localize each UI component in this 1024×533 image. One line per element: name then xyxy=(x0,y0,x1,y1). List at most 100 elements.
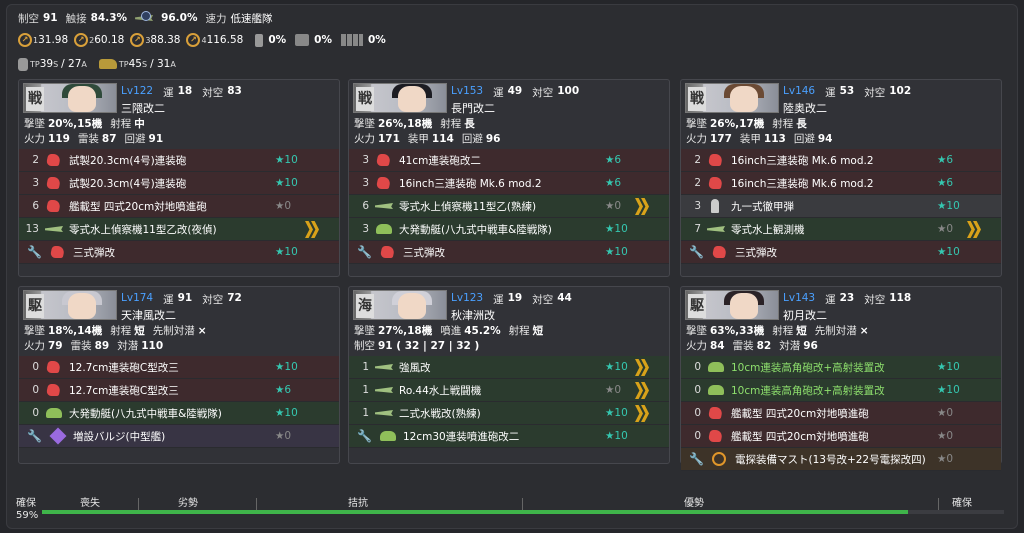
equipment-slot[interactable]: 0 10cm連装高角砲改+高射装置改 ★10 xyxy=(681,356,1001,379)
wrench-icon: 🔧 xyxy=(27,245,42,259)
equipment-slot[interactable]: 0 12.7cm連装砲C型改三 ★10 xyxy=(19,356,339,379)
stat-label: 雷装 xyxy=(77,133,99,145)
slot-aircraft-count: 0 xyxy=(32,361,39,373)
ship-stat-row: 制空 91 ( 32 | 27 | 32 ) xyxy=(349,338,669,353)
improvement-star: ★0 xyxy=(605,200,622,212)
aa-label: 対空 xyxy=(532,294,554,306)
equipment-slot[interactable]: 0 大発動艇(八九式中戦車&陸戦隊) ★10 xyxy=(19,402,339,425)
equipment-slot[interactable]: 3 大発動艇(八九式中戦車&陸戦隊) ★10 xyxy=(349,218,669,241)
equipment-slot[interactable]: 7 零式水上観測機 ★0 xyxy=(681,218,1001,241)
equipment-slot[interactable]: 2 試製20.3cm(4号)連装砲 ★10 xyxy=(19,149,339,172)
ship-header: 海 Lv123 運 19 対空 44 秋津洲改 xyxy=(349,287,669,323)
ship-card[interactable]: 海 Lv123 運 19 対空 44 秋津洲改 撃墜 27%,18機 噴進 45.2% 射程短制空 91… xyxy=(348,286,670,464)
ship-name[interactable]: 陸奥改二 xyxy=(783,100,827,116)
equipment-name: 増設バルジ(中型艦) xyxy=(73,430,166,443)
air-label-denial: 劣勢 xyxy=(178,498,198,509)
equipment-slot[interactable]: 3 試製20.3cm(4号)連装砲 ★10 xyxy=(19,172,339,195)
equipment-slot[interactable]: 1 二式水戦改(熟練) ★10 xyxy=(349,402,669,425)
equipment-name: 12.7cm連装砲C型改三 xyxy=(69,384,179,397)
equipment-icon xyxy=(375,199,393,213)
ship-level-row: Lv123 運 19 対空 44 xyxy=(451,292,578,307)
stat-value: 82 xyxy=(756,339,772,352)
ship-name[interactable]: 長門改二 xyxy=(451,100,495,116)
equipment-slot[interactable]: 🔧 電探装備マスト(13号改+22号電探改四) ★0 xyxy=(681,448,1001,471)
equipment-slot[interactable]: 3 41cm連装砲改二 ★6 xyxy=(349,149,669,172)
equipment-slot[interactable]: 🔧 三式弾改 ★10 xyxy=(19,241,339,264)
tp-tank-s: S xyxy=(142,59,148,69)
los-value: 116.58 xyxy=(206,34,244,46)
equipment-slot[interactable]: 0 艦載型 四式20cm対地噴進砲 ★0 xyxy=(681,402,1001,425)
speed-value: 低速艦隊 xyxy=(230,12,273,25)
proficiency-chevron-icon xyxy=(635,382,650,399)
air-superiority-bar: 確保 59% 喪失 劣勢 拮抗 優勢 確保 xyxy=(16,488,1010,524)
luck-label: 運 xyxy=(163,294,174,306)
air-tick xyxy=(138,498,139,510)
equipment-slot[interactable]: 6 艦載型 四式20cm対地噴進砲 ★0 xyxy=(19,195,339,218)
equipment-slot[interactable]: 3 16inch三連装砲 Mk.6 mod.2 ★6 xyxy=(349,172,669,195)
stat-label: 射程 xyxy=(440,118,462,130)
equipment-name: 41cm連装砲改二 xyxy=(399,154,481,167)
equipment-icon xyxy=(711,452,729,466)
equipment-slot[interactable]: 1 強風改 ★10 xyxy=(349,356,669,379)
slot-aircraft-count: 2 xyxy=(32,154,39,166)
aa-value: 100 xyxy=(557,85,580,97)
ship-card[interactable]: 駆 Lv143 運 23 対空 118 初月改二 撃墜 63%,33機 射程短先制対潜 × 火力 84 雷… xyxy=(680,286,1002,471)
tp-drum-a: A xyxy=(81,59,87,69)
ship-name[interactable]: 初月改二 xyxy=(783,307,827,323)
equipment-slot[interactable]: 0 艦載型 四式20cm対地噴進砲 ★0 xyxy=(681,425,1001,448)
los-coefficient-icon: ↗ xyxy=(74,33,89,47)
equipment-slot[interactable]: 🔧 三式弾改 ★10 xyxy=(681,241,1001,264)
ship-banner: 海 xyxy=(353,290,447,320)
ship-stat-row: 火力 171 装甲 114 回避 96 xyxy=(349,131,669,146)
stat-value: 18%,14機 xyxy=(48,325,103,337)
ship-name[interactable]: 天津風改二 xyxy=(121,307,176,323)
stat-value: 119 xyxy=(48,132,70,145)
ship-card[interactable]: 戦 Lv146 運 53 対空 102 陸奥改二 撃墜 26%,17機 射程長火力 177 装甲 113… xyxy=(680,79,1002,277)
equipment-slot[interactable]: 🔧 増設バルジ(中型艦) ★0 xyxy=(19,425,339,448)
improvement-star: ★10 xyxy=(275,361,298,373)
equipment-icon xyxy=(707,429,725,443)
equipment-slot[interactable]: 🔧 三式弾改 ★10 xyxy=(349,241,669,264)
equipment-slot[interactable]: 2 16inch三連装砲 Mk.6 mod.2 ★6 xyxy=(681,172,1001,195)
equipment-slot[interactable]: 3 九一式徹甲弾 ★10 xyxy=(681,195,1001,218)
equipment-name: 10cm連装高角砲改+高射装置改 xyxy=(731,361,885,374)
equipment-name: 16inch三連装砲 Mk.6 mod.2 xyxy=(731,154,874,167)
ship-banner: 駆 xyxy=(685,290,779,320)
proficiency-chevron-icon xyxy=(635,198,650,215)
equipment-slot[interactable]: 6 零式水上偵察機11型乙(熟練) ★0 xyxy=(349,195,669,218)
tp-tank-sep: / 31 xyxy=(150,58,171,70)
equipment-icon xyxy=(45,222,63,236)
equipment-name: 三式弾改 xyxy=(403,246,445,259)
ship-portrait xyxy=(730,293,758,319)
equipment-icon xyxy=(49,427,67,445)
ship-name[interactable]: 三隈改二 xyxy=(121,100,165,116)
equipment-slot[interactable]: 0 10cm連装高角砲改+高射装置改 ★10 xyxy=(681,379,1001,402)
improvement-star: ★0 xyxy=(937,223,954,235)
ship-header: 駆 Lv174 運 91 対空 72 天津風改二 xyxy=(19,287,339,323)
equipment-icon xyxy=(707,406,725,420)
equipment-icon xyxy=(375,153,393,167)
los-value: 60.18 xyxy=(94,34,125,46)
luck-label: 運 xyxy=(825,294,836,306)
los-value: 88.38 xyxy=(150,34,181,46)
equipment-slot[interactable]: 2 16inch三連装砲 Mk.6 mod.2 ★6 xyxy=(681,149,1001,172)
equipment-slot[interactable]: 1 Ro.44水上戦闘機 ★0 xyxy=(349,379,669,402)
aa-value: 72 xyxy=(227,292,242,304)
ship-name[interactable]: 秋津洲改 xyxy=(451,307,495,323)
equipment-slot[interactable]: 0 12.7cm連装砲C型改三 ★6 xyxy=(19,379,339,402)
ship-card[interactable]: 戦 Lv122 運 18 対空 83 三隈改二 撃墜 20%,15機 射程中火力 119 雷装 87 回避… xyxy=(18,79,340,277)
stat-value: 87 xyxy=(101,132,117,145)
ship-level-row: Lv153 運 49 対空 100 xyxy=(451,85,585,100)
ship-type-badge: 戦 xyxy=(688,87,706,111)
drum-canister-icon xyxy=(18,57,28,71)
stat-label: 制空 xyxy=(354,340,375,352)
equipment-slot[interactable]: 🔧 12cm30連装噴進砲改二 ★10 xyxy=(349,425,669,448)
improvement-star: ★10 xyxy=(937,200,960,212)
stat-label: 撃墜 xyxy=(354,118,375,130)
ship-card[interactable]: 駆 Lv174 運 91 対空 72 天津風改二 撃墜 18%,14機 射程短先制対潜 × 火力 79 雷… xyxy=(18,286,340,464)
ship-stat-row: 撃墜 26%,17機 射程長 xyxy=(681,116,1001,131)
stat-label: 対潜 xyxy=(117,340,139,352)
equipment-icon xyxy=(707,199,725,213)
ship-card[interactable]: 戦 Lv153 運 49 対空 100 長門改二 撃墜 26%,18機 射程長火力 171 装甲 114… xyxy=(348,79,670,277)
equipment-slot[interactable]: 13 零式水上偵察機11型乙改(夜偵) xyxy=(19,218,339,241)
